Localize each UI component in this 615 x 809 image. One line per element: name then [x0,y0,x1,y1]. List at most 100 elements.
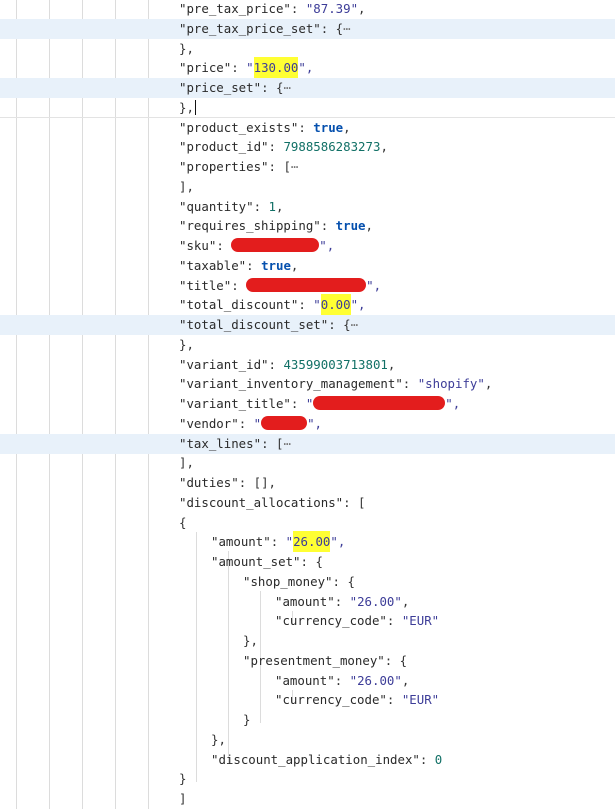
json-line: "currency_code": "EUR" [0,611,615,631]
json-line: "requires_shipping": true, [0,216,615,236]
json-punctuation: }, [179,99,194,115]
expand-ellipsis-icon[interactable]: ⋯ [283,436,290,451]
collapsed-node-row[interactable]: "price_set": {⋯ [0,78,615,98]
json-key: "tax_lines" [179,435,262,451]
line-content: "product_id": 7988586283273, [179,137,388,156]
line-content: "amount_set": { [211,552,323,571]
json-punctuation: : [ [268,159,291,174]
line-content: "title": ", [179,276,381,295]
json-key: "sku" [179,238,217,253]
json-punctuation: : [ [261,435,284,451]
line-content: "pre_tax_price": "87.39", [179,0,366,18]
json-key: "amount" [275,672,335,688]
json-punctuation: , [401,593,410,609]
json-punctuation: : [419,751,435,767]
json-string-value: " [246,60,254,76]
collapsed-node-row[interactable]: "tax_lines": [⋯ [0,433,615,454]
json-punctuation: : [231,60,247,76]
line-content: }, [179,39,194,58]
json-line: "variant_inventory_management": "shopify… [0,374,615,394]
expand-ellipsis-icon[interactable]: ⋯ [351,317,358,332]
json-punctuation: : [253,198,269,214]
line-content: { [179,513,186,532]
json-key: "vendor" [179,415,239,431]
json-string-value: ", [307,415,322,431]
json-punctuation: , [387,356,396,372]
search-match-highlight: 130.00 [253,57,299,79]
expand-ellipsis-icon[interactable]: ⋯ [291,159,298,174]
json-key: "variant_inventory_management" [179,376,403,392]
line-content: "currency_code": "EUR" [275,690,439,709]
collapsed-node-row[interactable]: "total_discount_set": {⋯ [0,315,615,335]
json-punctuation: : [298,119,314,135]
json-punctuation: : { [328,317,351,332]
json-string-value: "26.00" [349,593,402,609]
json-punctuation: : [290,1,306,16]
json-key: "price_set" [179,80,262,95]
line-content: "amount": "26.00", [211,531,345,553]
line-content: "variant_inventory_management": "shopify… [179,374,492,393]
line-content: "requires_shipping": true, [179,216,373,235]
json-key: "total_discount_set" [179,317,329,332]
json-key: "currency_code" [275,692,387,708]
json-punctuation: , [484,376,493,392]
json-punctuation: : [402,376,418,392]
json-line: "pre_tax_price": "87.39", [0,0,615,19]
json-punctuation: : { [320,20,344,36]
line-content: "amount": "26.00", [275,671,409,690]
json-line: "variant_id": 43599003713801, [0,355,615,375]
line-content: "discount_application_index": 0 [211,750,442,769]
expand-ellipsis-icon[interactable]: ⋯ [283,80,290,95]
json-punctuation: ] [179,791,187,806]
line-content: } [243,710,250,729]
json-line: }, [0,39,615,59]
expand-ellipsis-icon[interactable]: ⋯ [343,21,350,36]
json-punctuation: : [246,257,262,273]
line-content: "discount_allocations": [ [179,493,366,512]
json-string-value: " [285,534,294,550]
json-viewer: "pre_tax_price": "87.39", "pre_tax_price_… [0,0,615,809]
line-content: "sku": ", [179,236,334,255]
json-number-value: 43599003713801 [283,356,388,372]
json-punctuation: }, [211,731,226,747]
json-string-value: " [305,396,314,411]
json-punctuation: } [243,712,251,727]
json-punctuation: : [231,277,247,293]
line-content: "variant_id": 43599003713801, [179,355,395,374]
json-line: { [0,513,615,533]
json-line: "properties": [⋯ [0,157,615,177]
json-key: "variant_id" [179,356,269,372]
json-punctuation: ], [179,178,194,194]
json-line: "variant_title": " ", [0,394,615,414]
json-key: "product_exists" [179,119,299,135]
json-punctuation: : [386,692,402,708]
json-boolean-value: true [335,218,366,234]
collapsed-node-row[interactable]: "pre_tax_price_set": {⋯ [0,18,615,39]
json-line: "sku": ", [0,236,615,256]
json-punctuation: , [401,672,410,688]
search-match-highlight: 26.00 [293,531,331,553]
json-string-value: "EUR" [401,613,440,629]
json-key: "currency_code" [275,613,387,629]
json-line: ], [0,177,615,197]
json-line: ], [0,453,615,473]
json-punctuation: : { [384,652,408,668]
json-punctuation: : [268,139,284,155]
line-content: "total_discount_set": {⋯ [179,315,358,334]
json-punctuation: , [343,119,351,135]
json-line: "shop_money": { [0,572,615,592]
json-punctuation: : { [332,573,355,589]
line-content: "shop_money": { [243,572,355,591]
line-content: "taxable": true, [179,256,298,275]
json-string-value: " [253,415,262,431]
json-string-value: ", [366,277,382,293]
json-boolean-value: true [261,257,291,273]
json-line: } [0,710,615,730]
json-key: "pre_tax_price" [179,1,291,16]
json-key: "quantity" [179,198,254,214]
redaction-mark [313,396,446,410]
json-boolean-value: true [313,119,344,135]
json-punctuation: }, [243,633,258,648]
json-string-value: "shopify" [417,376,485,392]
line-content: "properties": [⋯ [179,157,298,176]
